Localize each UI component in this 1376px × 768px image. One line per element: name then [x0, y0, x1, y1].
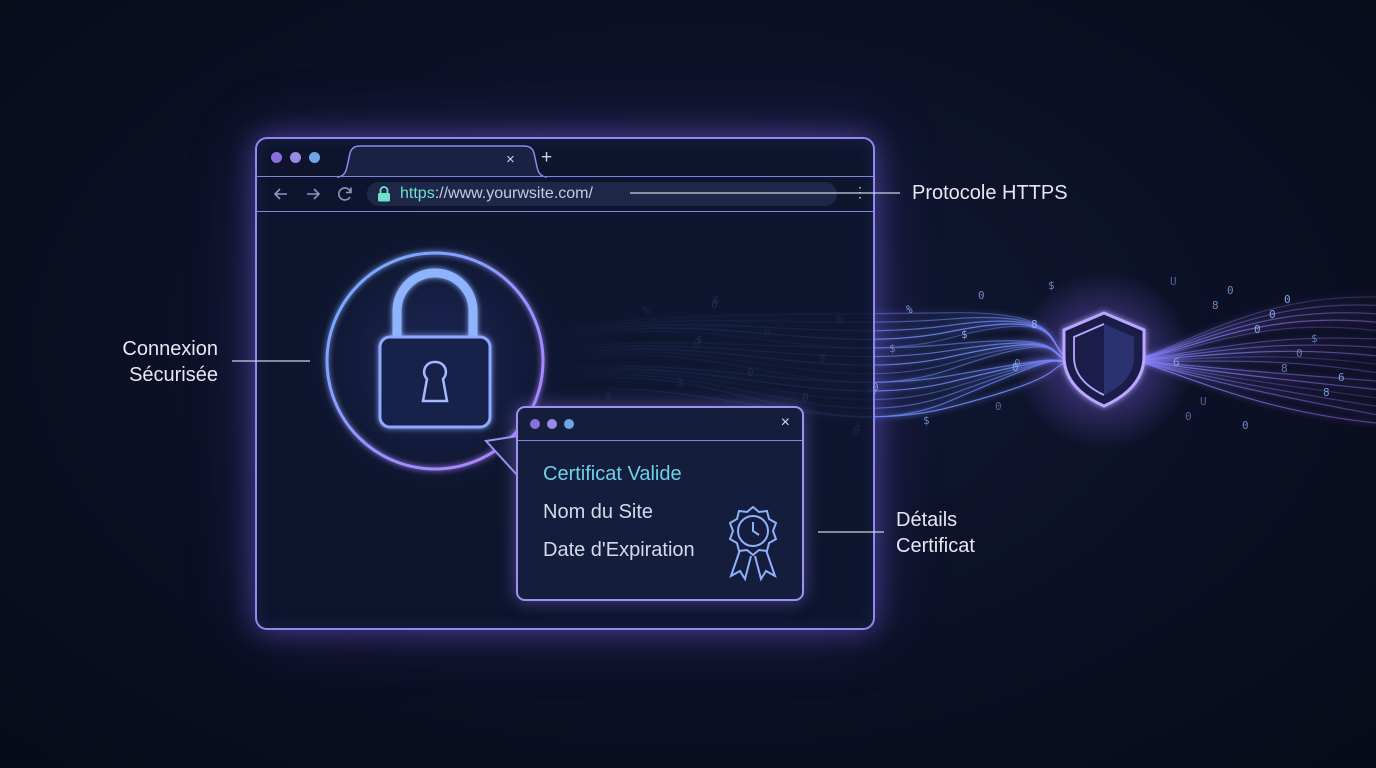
data-stream-glyph: $ [923, 414, 930, 427]
data-stream-glyph: 8 [1212, 299, 1219, 312]
data-stream-glyph: $ [889, 342, 896, 355]
label-details-line2: Certificat [896, 535, 975, 557]
url-scheme: https [400, 185, 435, 202]
data-stream-glyph: 0 [995, 400, 1002, 413]
data-stream-glyph: 0 [978, 289, 985, 302]
data-stream-glyph: 0 [1296, 347, 1303, 360]
window-dot-blue[interactable] [309, 152, 320, 163]
url-domain: ://www.yourwsite.com/ [434, 185, 593, 202]
label-protocole-https: Protocole HTTPS [912, 182, 1068, 204]
label-connexion-line1: Connexion [122, 338, 218, 360]
data-stream-glyph: 0 [1242, 419, 1249, 432]
data-stream-glyph: 6 [1338, 371, 1345, 384]
browser-menu-icon[interactable]: ⋮ [853, 185, 867, 199]
toolbar: https://www.yourwsite.com/ ⋮ [257, 176, 873, 212]
certificate-site-name: Nom du Site [543, 501, 654, 523]
tab-bar: × + [257, 139, 873, 178]
data-stream-glyph: $ [1311, 332, 1318, 345]
active-tab[interactable] [337, 145, 547, 178]
data-stream-glyph: U [1170, 275, 1177, 288]
popup-dot-lavender[interactable] [547, 419, 557, 429]
new-tab-button[interactable]: + [541, 148, 552, 167]
https-lock-icon [378, 186, 390, 202]
certificate-expiration: Date d'Expiration [543, 539, 695, 561]
label-connexion-securisee: Connexion Sécurisée [110, 336, 218, 388]
data-stream-glyph: 0 [1284, 293, 1291, 306]
address-bar[interactable]: https://www.yourwsite.com/ [367, 182, 837, 206]
data-stream-glyph: % [906, 303, 913, 316]
data-stream-glyph: 0 [1269, 308, 1276, 321]
reload-icon[interactable] [335, 184, 355, 204]
certificate-badge-icon [728, 505, 778, 582]
window-dot-lavender[interactable] [290, 152, 301, 163]
back-arrow-icon[interactable] [271, 184, 291, 204]
label-details-certificat: Détails Certificat [896, 507, 975, 559]
popup-close-button[interactable]: × [781, 414, 790, 432]
popup-header: × [518, 408, 802, 441]
popup-dot-blue[interactable] [564, 419, 574, 429]
data-stream-glyph: 0 [1254, 323, 1261, 336]
data-stream-glyph: 8 [1281, 362, 1288, 375]
data-stream-glyph: $ [961, 328, 968, 341]
data-stream-glyph: 0 [1185, 410, 1192, 423]
label-connexion-line2: Sécurisée [129, 364, 218, 386]
forward-arrow-icon[interactable] [303, 184, 323, 204]
popup-dot-purple[interactable] [530, 419, 540, 429]
window-controls [271, 152, 320, 163]
certificate-popup: × Certificat Valide Nom du Site Date d'E… [516, 406, 804, 601]
data-stream-glyph: 0 [1227, 284, 1234, 297]
certificate-status: Certificat Valide [543, 463, 682, 485]
scene: U%$80§8$08%60800080380%$60$080U6%$080086… [0, 0, 1376, 768]
window-dot-purple[interactable] [271, 152, 282, 163]
popup-window-controls [530, 419, 574, 429]
url-text[interactable]: https://www.yourwsite.com/ [400, 185, 593, 203]
data-stream-glyph: 8 [1323, 386, 1330, 399]
label-details-line1: Détails [896, 509, 958, 531]
tab-close-button[interactable]: × [506, 151, 515, 168]
data-stream-glyph: U [1200, 395, 1207, 408]
